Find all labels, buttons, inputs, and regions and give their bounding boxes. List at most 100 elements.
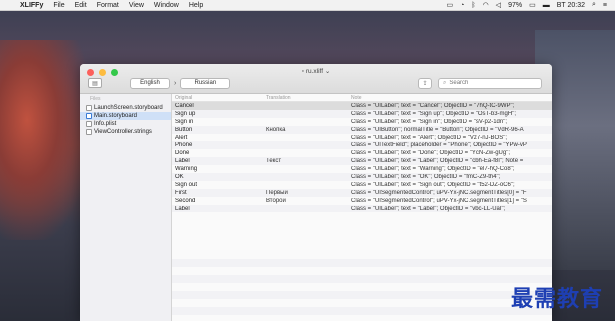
file-item-viewcontroller-strings[interactable]: ViewController.strings xyxy=(80,128,171,136)
cell-note: Class = "UISegmentedControl"; uPV-Yx-jNC… xyxy=(351,189,527,196)
bluetooth-icon[interactable]: ᛒ xyxy=(471,2,475,9)
column-header-note[interactable]: Note xyxy=(348,95,552,101)
target-language-button[interactable]: Russian xyxy=(180,77,231,89)
sidebar-toggle-button[interactable]: ▤ xyxy=(88,78,102,88)
cell-translation[interactable]: Второй xyxy=(263,198,348,204)
table-row[interactable]: Second Второй Class = "UISegmentedControl"… xyxy=(172,197,552,205)
wifi-icon[interactable]: ◠ xyxy=(483,1,489,9)
menu-edit[interactable]: Edit xyxy=(75,2,87,9)
table-row[interactable]: Cancel Class = "UILabel"; text = "Cancel"… xyxy=(172,102,552,110)
cell-note: Class = "UILabel"; text = "Sign up"; Obj… xyxy=(351,110,517,117)
cell-original: Alert xyxy=(175,134,188,141)
table-row[interactable]: Sign out Class = "UILabel"; text = "Sign … xyxy=(172,181,552,189)
table-row[interactable]: First Первый Class = "UISegmentedControl";… xyxy=(172,188,552,197)
cell-note: Class = "UILabel"; text = "Sign out"; Ob… xyxy=(351,181,515,188)
flag-icon[interactable]: ▬ xyxy=(543,2,550,9)
cell-note: Class = "UIButton"; normalTitle = "Butto… xyxy=(351,126,524,133)
file-name: Info.plist xyxy=(94,121,117,127)
cell-translation[interactable]: Первый xyxy=(263,190,348,196)
menu-window[interactable]: Window xyxy=(154,2,179,9)
search-icon[interactable]: ⌕ xyxy=(592,1,596,9)
cell-original: Sign in xyxy=(175,118,194,125)
cell-note: Class = "UILabel"; text = "Label"; Objec… xyxy=(351,158,524,165)
cell-original: Phone xyxy=(175,142,193,149)
cell-note: Class = "UILabel"; text = "Sign in"; Obj… xyxy=(351,118,508,125)
cell-note: Class = "UILabel"; text = "Alert"; Objec… xyxy=(351,134,508,141)
cell-original: Button xyxy=(175,126,193,133)
menu-file[interactable]: File xyxy=(53,2,64,9)
cell-translation[interactable]: Текст xyxy=(263,158,348,164)
cell-original: Label xyxy=(175,205,190,212)
notification-icon[interactable]: ◔ xyxy=(460,2,464,9)
cell-original: Sign up xyxy=(175,110,196,117)
share-button[interactable]: ⇪ xyxy=(418,77,432,89)
file-icon xyxy=(86,113,92,119)
table-header: Original Translation Note xyxy=(172,94,552,102)
title-bar: ▫ ru.xliff ⌄ ▤ English › Russian ⇪ ⌕ xyxy=(80,64,552,94)
table-row[interactable]: OK Class = "UILabel"; text = "OK"; Object… xyxy=(172,173,552,181)
table-rows: Cancel Class = "UILabel"; text = "Cancel"… xyxy=(172,102,552,213)
magnifier-icon: ⌕ xyxy=(443,79,447,86)
table-row[interactable]: Warning Class = "UILabel"; text = "Warnin… xyxy=(172,165,552,173)
sidebar-icon: ▤ xyxy=(92,80,98,87)
empty-rows xyxy=(172,251,552,321)
document-icon: ▫ xyxy=(301,68,304,75)
cell-original: Warning xyxy=(175,166,198,173)
toolbar: ▤ English › Russian ⇪ ⌕ xyxy=(88,76,542,90)
cell-original: Label xyxy=(175,158,190,165)
clock[interactable]: BT 20:32 xyxy=(557,2,585,9)
cell-original: First xyxy=(175,189,187,196)
share-icon: ⇪ xyxy=(422,80,428,87)
cell-note: Class = "UILabel"; text = "Cancel"; Obje… xyxy=(351,102,515,109)
menu-bar: XLIFFy File Edit Format View Window Help… xyxy=(0,0,615,11)
cell-note: Class = "UITextField"; placeholder = "Ph… xyxy=(351,142,527,149)
cell-translation[interactable]: Кнопка xyxy=(263,127,348,133)
arrow-right-icon: › xyxy=(174,79,177,87)
window-title-text: ru.xliff xyxy=(305,68,324,75)
cell-original: Sign out xyxy=(175,181,198,188)
table-row[interactable]: Alert Class = "UILabel"; text = "Alert"; … xyxy=(172,134,552,142)
window-body: Files LaunchScreen.storyboard Main.story… xyxy=(80,94,552,321)
battery-percent[interactable]: 97% xyxy=(508,2,522,9)
search-field[interactable]: ⌕ xyxy=(438,77,542,89)
column-header-original[interactable]: Original xyxy=(172,95,263,101)
table-row[interactable]: Sign up Class = "UILabel"; text = "Sign u… xyxy=(172,109,552,118)
source-language-button[interactable]: English xyxy=(130,77,170,89)
battery-icon[interactable]: ▭ xyxy=(529,1,536,9)
file-icon xyxy=(86,129,92,135)
table-row[interactable]: Label Текст Class = "UILabel"; text = "Lab… xyxy=(172,157,552,166)
volume-icon[interactable]: ◁ xyxy=(496,1,501,9)
table-row[interactable]: Sign in Class = "UILabel"; text = "Sign i… xyxy=(172,118,552,126)
file-item-main-storyboard[interactable]: Main.storyboard xyxy=(80,112,171,120)
cell-note: Class = "UILabel"; text = "OK"; ObjectID… xyxy=(351,173,501,180)
file-item-info-plist[interactable]: Info.plist xyxy=(80,120,171,128)
airplay-icon[interactable]: ▭ xyxy=(447,1,454,9)
translation-table: Original Translation Note Cancel Class = … xyxy=(172,94,552,321)
column-header-translation[interactable]: Translation xyxy=(263,95,348,101)
sidebar-header: Files xyxy=(90,96,101,102)
file-name: LaunchScreen.storyboard xyxy=(94,105,163,111)
cell-note: Class = "UISegmentedControl"; uPV-Yx-jNC… xyxy=(351,197,527,204)
file-name: ViewController.strings xyxy=(94,129,152,135)
cell-note: Class = "UILabel"; text = "Label"; Objec… xyxy=(351,205,506,212)
menu-format[interactable]: Format xyxy=(97,2,119,9)
file-sidebar: Files LaunchScreen.storyboard Main.story… xyxy=(80,94,172,321)
menu-list-icon[interactable]: ≡ xyxy=(603,2,607,9)
menu-app-name[interactable]: XLIFFy xyxy=(20,2,43,9)
menu-items: XLIFFy File Edit Format View Window Help xyxy=(20,2,203,9)
table-row[interactable]: Done Class = "UILabel"; text = "Done"; Ob… xyxy=(172,149,552,157)
menu-view[interactable]: View xyxy=(129,2,144,9)
file-name: Main.storyboard xyxy=(94,113,138,119)
cell-note: Class = "UILabel"; text = "Warning"; Obj… xyxy=(351,166,515,173)
table-row[interactable]: Label Class = "UILabel"; text = "Label"; … xyxy=(172,204,552,213)
chevron-down-icon[interactable]: ⌄ xyxy=(325,68,330,75)
window-title: ▫ ru.xliff ⌄ xyxy=(80,67,552,75)
file-item-launchscreen[interactable]: LaunchScreen.storyboard xyxy=(80,104,171,112)
table-row[interactable]: Button Кнопка Class = "UIButton"; normalTi… xyxy=(172,125,552,134)
menu-help[interactable]: Help xyxy=(189,2,203,9)
table-row[interactable]: Phone Class = "UITextField"; placeholder … xyxy=(172,141,552,150)
cell-note: Class = "UILabel"; text = "Done"; Object… xyxy=(351,150,511,157)
file-icon xyxy=(86,105,92,111)
cell-original: OK xyxy=(175,173,184,180)
search-input[interactable] xyxy=(449,80,530,86)
